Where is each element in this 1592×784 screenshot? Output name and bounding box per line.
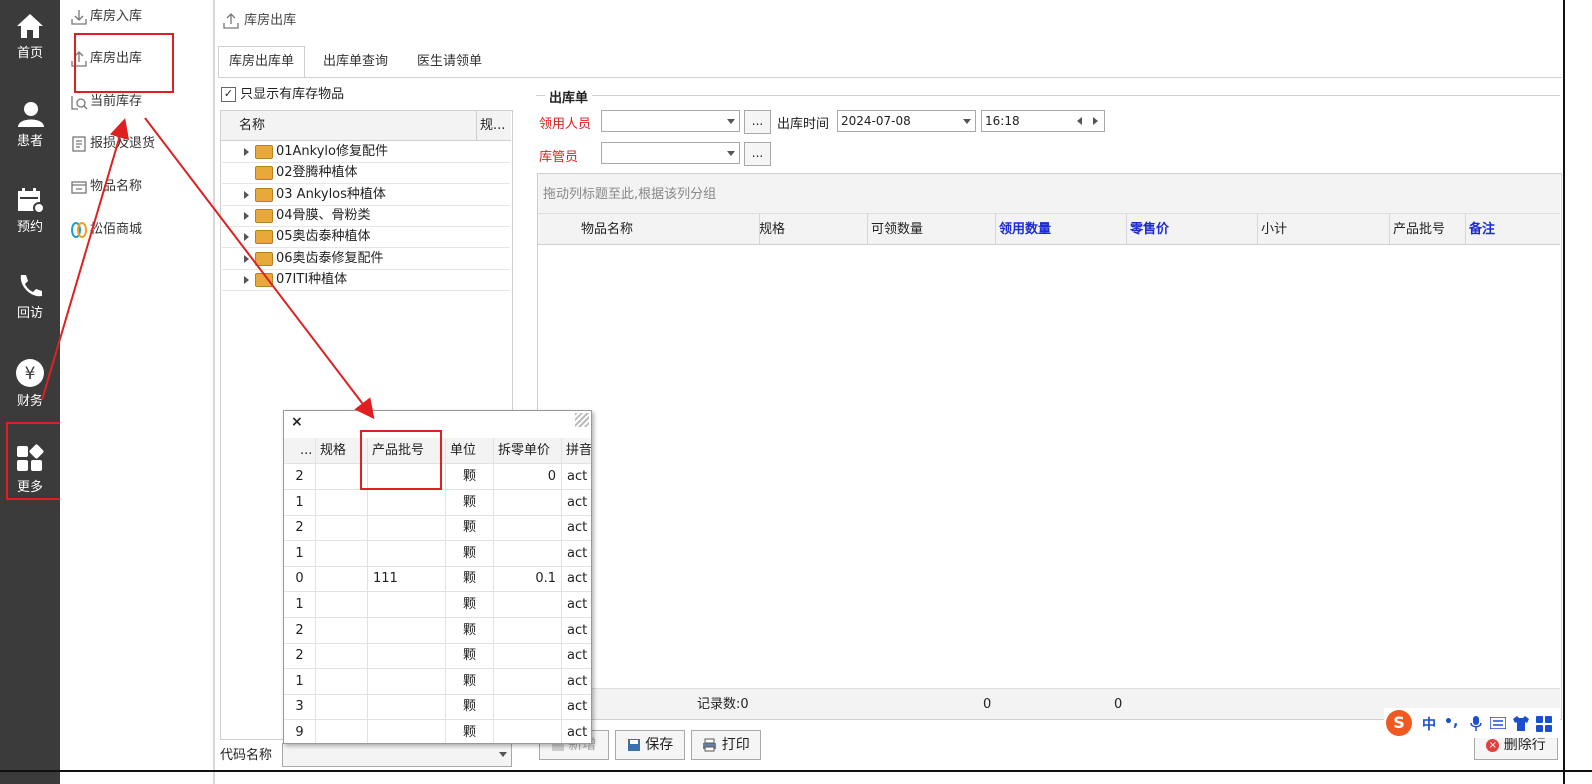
frame-bottom xyxy=(0,770,1592,772)
arrow-stockout-to-batch xyxy=(144,117,375,420)
annotation-arrows xyxy=(41,117,375,420)
arrow-more-to-stockout xyxy=(41,118,130,401)
frame-right xyxy=(1563,0,1565,784)
